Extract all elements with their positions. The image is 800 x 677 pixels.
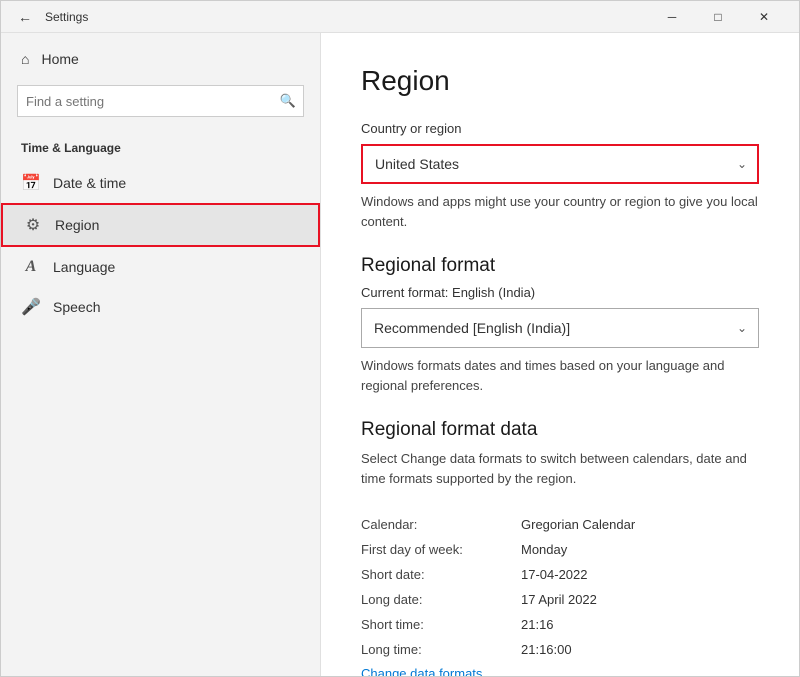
- table-row: Calendar:Gregorian Calendar: [361, 512, 759, 537]
- format-description: Windows formats dates and times based on…: [361, 356, 759, 395]
- search-input[interactable]: [17, 85, 304, 117]
- calendar-icon: 📅: [21, 173, 41, 193]
- row-label: First day of week:: [361, 542, 521, 557]
- country-description: Windows and apps might use your country …: [361, 192, 759, 231]
- sidebar-item-speech[interactable]: 🎤 Speech: [1, 287, 320, 327]
- back-button[interactable]: ←: [13, 5, 37, 29]
- regional-format-data-heading: Regional format data: [361, 419, 759, 441]
- change-formats-link[interactable]: Change data formats: [361, 666, 482, 676]
- regional-format-heading: Regional format: [361, 255, 759, 277]
- table-row: First day of week:Monday: [361, 537, 759, 562]
- row-label: Long time:: [361, 642, 521, 657]
- sidebar-home-label: Home: [41, 51, 78, 67]
- table-row: Long date:17 April 2022: [361, 587, 759, 612]
- sidebar-item-label: Date & time: [53, 175, 126, 191]
- main-layout: ⌂ Home 🔍 Time & Language 📅 Date & time ⚙…: [1, 33, 799, 676]
- row-value: 17-04-2022: [521, 567, 588, 582]
- window-title: Settings: [45, 10, 88, 24]
- gear-icon: ⚙: [23, 215, 43, 235]
- regional-format-section: Regional format Current format: English …: [361, 255, 759, 395]
- country-label: Country or region: [361, 121, 759, 136]
- sidebar-item-label: Region: [55, 217, 99, 233]
- format-dropdown-wrapper: Recommended [English (India)] ⌄: [361, 308, 759, 348]
- sidebar-item-region[interactable]: ⚙ Region: [1, 203, 320, 247]
- main-panel: Region Country or region United States ⌄…: [321, 33, 799, 676]
- format-data-description: Select Change data formats to switch bet…: [361, 449, 759, 488]
- page-title: Region: [361, 65, 759, 97]
- format-value: Recommended [English (India)]: [374, 320, 570, 336]
- close-button[interactable]: ✕: [741, 1, 787, 33]
- settings-window: ← Settings ─ □ ✕ ⌂ Home 🔍 T: [0, 0, 800, 677]
- row-value: 21:16: [521, 617, 554, 632]
- table-row: Short date:17-04-2022: [361, 562, 759, 587]
- format-data-table: Calendar:Gregorian CalendarFirst day of …: [361, 512, 759, 662]
- row-label: Calendar:: [361, 517, 521, 532]
- row-label: Long date:: [361, 592, 521, 607]
- search-container: 🔍: [17, 85, 304, 117]
- row-label: Short time:: [361, 617, 521, 632]
- sidebar-item-date-time[interactable]: 📅 Date & time: [1, 163, 320, 203]
- sidebar-item-home[interactable]: ⌂ Home: [1, 41, 320, 77]
- row-value: 21:16:00: [521, 642, 572, 657]
- table-row: Short time:21:16: [361, 612, 759, 637]
- sidebar-item-label: Speech: [53, 299, 100, 315]
- minimize-button[interactable]: ─: [649, 1, 695, 33]
- row-value: Monday: [521, 542, 567, 557]
- format-dropdown[interactable]: Recommended [English (India)]: [361, 308, 759, 348]
- current-format-label: Current format: English (India): [361, 285, 759, 300]
- country-value: United States: [375, 156, 459, 172]
- language-icon: A: [21, 257, 41, 277]
- titlebar: ← Settings ─ □ ✕: [1, 1, 799, 33]
- sidebar-item-language[interactable]: A Language: [1, 247, 320, 287]
- row-value: 17 April 2022: [521, 592, 597, 607]
- country-dropdown-wrapper: United States ⌄: [361, 144, 759, 184]
- home-icon: ⌂: [21, 51, 29, 67]
- sidebar-item-label: Language: [53, 259, 115, 275]
- country-dropdown[interactable]: United States: [361, 144, 759, 184]
- window-controls: ─ □ ✕: [649, 1, 787, 33]
- maximize-button[interactable]: □: [695, 1, 741, 33]
- microphone-icon: 🎤: [21, 297, 41, 317]
- row-value: Gregorian Calendar: [521, 517, 635, 532]
- country-section: Country or region United States ⌄ Window…: [361, 121, 759, 231]
- regional-format-data-section: Regional format data Select Change data …: [361, 419, 759, 676]
- row-label: Short date:: [361, 567, 521, 582]
- sidebar: ⌂ Home 🔍 Time & Language 📅 Date & time ⚙…: [1, 33, 321, 676]
- sidebar-section-title: Time & Language: [1, 125, 320, 163]
- table-row: Long time:21:16:00: [361, 637, 759, 662]
